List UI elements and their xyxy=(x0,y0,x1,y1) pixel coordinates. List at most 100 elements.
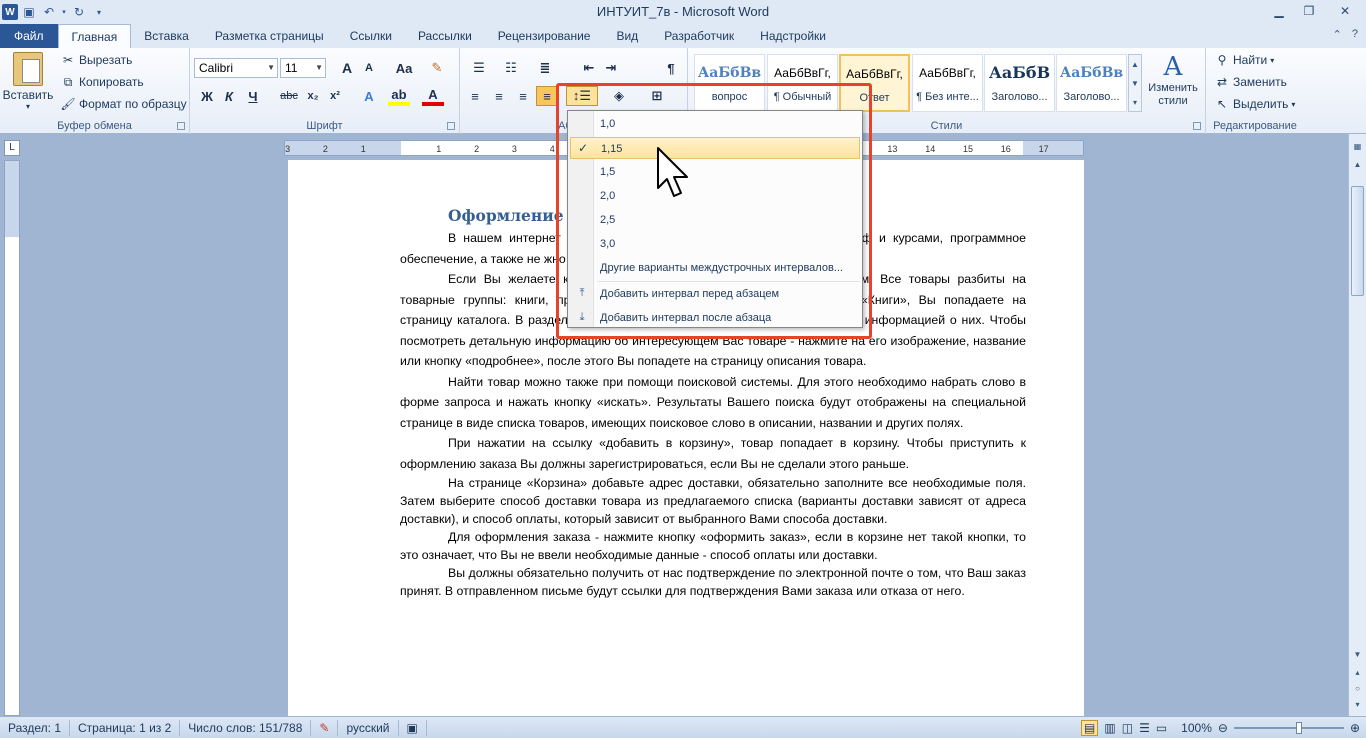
zoom-in-icon[interactable]: ⊕ xyxy=(1350,721,1360,735)
tab-insert[interactable]: Вставка xyxy=(131,24,202,48)
clear-format-icon[interactable]: ✎ xyxy=(426,58,448,78)
copy-button[interactable]: ⧉ Копировать xyxy=(60,74,144,90)
cut-button[interactable]: ✂ Вырезать xyxy=(60,52,132,68)
add-space-before-item[interactable]: ⤒ Добавить интервал перед абзацем xyxy=(570,283,860,305)
collapse-ribbon-icon[interactable]: ⌃ xyxy=(1333,28,1342,41)
font-launcher-icon[interactable] xyxy=(447,122,455,130)
status-words[interactable]: Число слов: 151/788 xyxy=(180,719,312,736)
style-vopros[interactable]: АаБбВв вопрос xyxy=(694,54,765,112)
undo-icon[interactable]: ↶ xyxy=(40,3,58,21)
strikethrough-button[interactable]: abc xyxy=(276,86,302,106)
style-heading-1[interactable]: АаБбВ Заголово... xyxy=(984,54,1055,112)
text-effects-icon[interactable]: A xyxy=(358,86,380,106)
zoom-slider[interactable] xyxy=(1233,722,1344,734)
prev-page-icon[interactable]: ▴ xyxy=(1351,668,1364,682)
tab-selector-icon[interactable]: L xyxy=(4,140,20,156)
tab-file[interactable]: Файл xyxy=(0,24,58,48)
scroll-down-icon[interactable]: ▼ xyxy=(1351,650,1364,664)
bold-button[interactable]: Ж xyxy=(196,86,218,106)
close-icon[interactable]: ✕ xyxy=(1324,0,1366,22)
help-icon[interactable]: ? xyxy=(1352,28,1358,41)
numbering-icon[interactable]: ☷ xyxy=(500,58,522,78)
font-size-combo[interactable]: 11 ▼ xyxy=(280,58,326,78)
justify-icon[interactable]: ≡ xyxy=(536,86,558,106)
underline-button[interactable]: Ч xyxy=(242,86,264,106)
zoom-out-icon[interactable]: ⊖ xyxy=(1218,721,1228,735)
change-case-button[interactable]: Aa xyxy=(390,58,418,78)
ruler-toggle-icon[interactable]: ▦ xyxy=(1351,142,1364,156)
italic-button[interactable]: К xyxy=(218,86,240,106)
increase-indent-icon[interactable]: ⇥ xyxy=(600,58,622,78)
line-spacing-option[interactable]: 1,0 xyxy=(570,113,860,135)
restore-icon[interactable]: ❐ xyxy=(1294,0,1324,22)
undo-dropdown-icon[interactable]: ▾ xyxy=(60,3,68,21)
paste-button[interactable]: Вставить ▾ xyxy=(3,52,53,116)
browse-object-icon[interactable]: ○ xyxy=(1351,684,1364,698)
draft-icon[interactable]: ▭ xyxy=(1156,721,1167,735)
shading-icon[interactable]: ◈ xyxy=(608,86,630,106)
tab-view[interactable]: Вид xyxy=(603,24,651,48)
superscript-button[interactable]: x² xyxy=(324,86,346,106)
highlight-icon[interactable]: ab xyxy=(388,86,410,106)
tab-review[interactable]: Рецензирование xyxy=(485,24,604,48)
style-normal[interactable]: АаБбВвГг, ¶ Обычный xyxy=(767,54,838,112)
change-styles-button[interactable]: A Изменить стили xyxy=(1144,52,1202,108)
line-spacing-option[interactable]: ✓ 1,15 xyxy=(570,137,860,159)
decrease-indent-icon[interactable]: ⇤ xyxy=(578,58,600,78)
style-otvet[interactable]: АаБбВвГг, Ответ xyxy=(839,54,910,112)
line-spacing-option[interactable]: 3,0 xyxy=(570,233,860,255)
styles-gallery-scroll[interactable]: ▲ ▼ ▾ xyxy=(1128,54,1142,112)
style-no-spacing[interactable]: АаБбВвГг, ¶ Без инте... xyxy=(912,54,983,112)
subscript-button[interactable]: x₂ xyxy=(302,86,324,106)
status-language[interactable]: русский xyxy=(338,719,399,736)
format-painter-button[interactable]: 🖌 Формат по образцу xyxy=(60,96,186,112)
borders-icon[interactable]: ⊞ xyxy=(646,86,668,106)
line-spacing-button[interactable]: ↕☰ xyxy=(566,86,598,106)
web-layout-icon[interactable]: ◫ xyxy=(1122,721,1133,735)
align-right-icon[interactable]: ≡ xyxy=(512,86,534,106)
vertical-scrollbar[interactable]: ▦ ▲ ▼ ▴ ○ ▾ xyxy=(1348,134,1366,716)
multilevel-list-icon[interactable]: ≣ xyxy=(534,58,556,78)
tab-developer[interactable]: Разработчик xyxy=(651,24,747,48)
font-color-icon[interactable]: A xyxy=(422,86,444,106)
word-app-icon[interactable]: W xyxy=(2,4,18,20)
tab-addins[interactable]: Надстройки xyxy=(747,24,839,48)
bullets-icon[interactable]: ☰ xyxy=(468,58,490,78)
status-page[interactable]: Страница: 1 из 2 xyxy=(70,719,181,736)
status-section[interactable]: Раздел: 1 xyxy=(0,719,71,736)
grow-font-button[interactable]: A xyxy=(336,58,358,78)
tab-references[interactable]: Ссылки xyxy=(337,24,405,48)
proofing-icon[interactable]: ✎ xyxy=(311,719,339,736)
clipboard-launcher-icon[interactable] xyxy=(177,122,185,130)
tab-page-layout[interactable]: Разметка страницы xyxy=(202,24,337,48)
macro-record-icon[interactable]: ▣ xyxy=(399,719,427,736)
print-layout-icon[interactable]: ▤ xyxy=(1081,720,1099,736)
font-name-combo[interactable]: Calibri ▼ xyxy=(194,58,278,78)
tab-mailings[interactable]: Рассылки xyxy=(405,24,485,48)
align-center-icon[interactable]: ≡ xyxy=(488,86,510,106)
customize-qat-icon[interactable]: ▾ xyxy=(90,3,108,21)
scroll-up-icon[interactable]: ▲ xyxy=(1351,160,1364,174)
line-spacing-option[interactable]: 2,0 xyxy=(570,185,860,207)
style-heading-2[interactable]: АаБбВв Заголово... xyxy=(1056,54,1127,112)
show-marks-icon[interactable]: ¶ xyxy=(660,58,682,78)
align-left-icon[interactable]: ≡ xyxy=(464,86,486,106)
full-screen-reading-icon[interactable]: ▥ xyxy=(1104,721,1115,735)
zoom-level[interactable]: 100% xyxy=(1181,721,1212,735)
find-button[interactable]: ⚲ Найти ▾ xyxy=(1214,52,1275,68)
line-spacing-option[interactable]: 1,5 xyxy=(570,161,860,183)
shrink-font-button[interactable]: A xyxy=(358,58,380,78)
styles-launcher-icon[interactable] xyxy=(1193,122,1201,130)
outline-icon[interactable]: ☰ xyxy=(1139,721,1150,735)
minimize-icon[interactable]: ▁ xyxy=(1264,0,1294,22)
add-space-after-item[interactable]: ⤓ Добавить интервал после абзаца xyxy=(570,307,860,329)
line-spacing-option[interactable]: 2,5 xyxy=(570,209,860,231)
scroll-thumb[interactable] xyxy=(1351,186,1364,296)
next-page-icon[interactable]: ▾ xyxy=(1351,700,1364,714)
select-button[interactable]: ↖ Выделить ▾ xyxy=(1214,96,1295,112)
redo-icon[interactable]: ↻ xyxy=(70,3,88,21)
save-icon[interactable]: ▣ xyxy=(20,3,38,21)
line-spacing-more-options[interactable]: Другие варианты междустрочных интервалов… xyxy=(570,257,860,279)
replace-button[interactable]: ⇄ Заменить xyxy=(1214,74,1287,90)
tab-home[interactable]: Главная xyxy=(57,24,132,48)
